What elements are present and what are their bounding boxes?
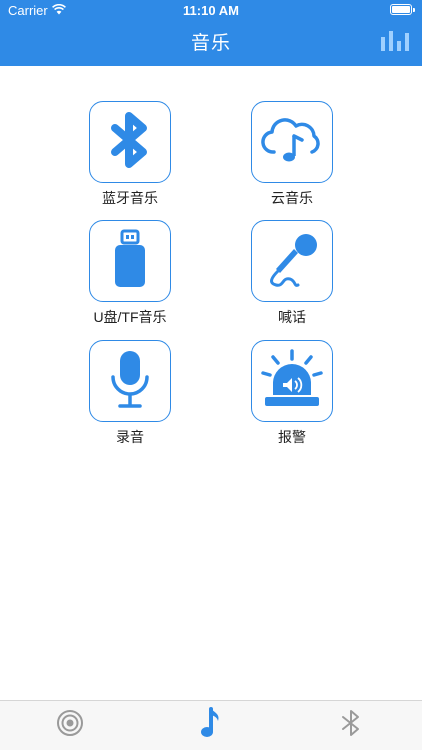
battery-icon <box>390 4 415 15</box>
tile-shout[interactable]: 喊话 <box>227 220 357 326</box>
equalizer-bar <box>405 33 409 51</box>
tile-bluetooth-music[interactable]: 蓝牙音乐 <box>65 101 195 207</box>
tab-bluetooth[interactable] <box>331 705 371 745</box>
tile-alarm[interactable]: 报警 <box>227 340 357 446</box>
status-bar: Carrier 11:10 AM <box>0 0 422 22</box>
tile-label: U盘/TF音乐 <box>93 309 167 325</box>
tile-label: 录音 <box>116 429 144 445</box>
tile-label: 喊话 <box>278 309 306 325</box>
equalizer-bar <box>381 37 385 51</box>
equalizer-bar <box>397 41 401 51</box>
alarm-siren-icon <box>259 348 325 414</box>
bluetooth-icon <box>105 111 155 173</box>
tile-label: 报警 <box>278 429 306 445</box>
status-time: 11:10 AM <box>183 3 239 18</box>
tile-label: 云音乐 <box>271 190 313 206</box>
bluetooth-icon <box>339 708 363 743</box>
tile-box <box>89 101 171 183</box>
music-screen: Carrier 11:10 AM 音乐 蓝牙音乐 云音乐 U盘/TF音乐 喊话 … <box>0 0 422 750</box>
music-note-icon <box>200 706 222 744</box>
equalizer-bar <box>389 31 393 51</box>
header: Carrier 11:10 AM 音乐 <box>0 0 422 66</box>
tile-usb-music[interactable]: U盘/TF音乐 <box>65 220 195 326</box>
target-icon <box>56 709 84 742</box>
tile-box <box>251 101 333 183</box>
cloud-music-icon <box>260 114 324 171</box>
tile-recording[interactable]: 录音 <box>65 340 195 446</box>
tab-radio[interactable] <box>50 705 90 745</box>
tile-label: 蓝牙音乐 <box>102 190 158 206</box>
microphone-icon <box>107 349 153 414</box>
tile-box <box>251 340 333 422</box>
tab-bar <box>0 700 422 750</box>
page-title: 音乐 <box>190 33 231 54</box>
microphone-handheld-icon <box>262 229 322 294</box>
equalizer-button[interactable] <box>381 29 413 51</box>
tile-box <box>89 220 171 302</box>
tab-music[interactable] <box>191 705 231 745</box>
usb-drive-icon <box>110 229 150 294</box>
tile-box <box>89 340 171 422</box>
tile-cloud-music[interactable]: 云音乐 <box>227 101 357 207</box>
tile-box <box>251 220 333 302</box>
